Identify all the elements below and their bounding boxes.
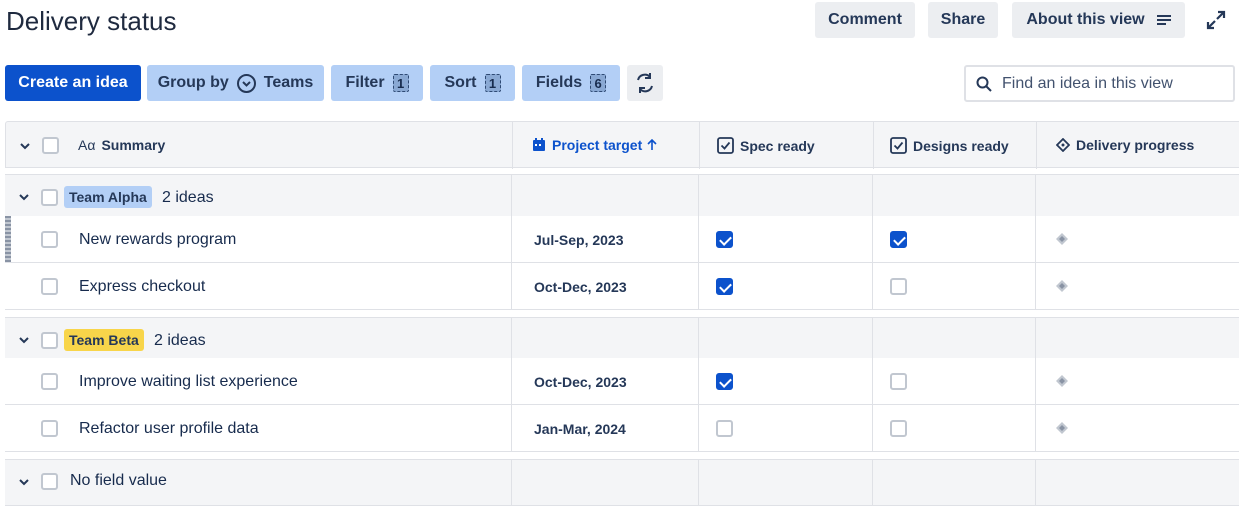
row-checkbox[interactable] [41, 373, 58, 390]
search-input[interactable]: Find an idea in this view [964, 65, 1235, 102]
fields-count-badge: 6 [590, 74, 607, 92]
share-button-label: Share [940, 11, 986, 28]
delivery-diamond-icon [1056, 138, 1070, 152]
designs-ready-checkbox[interactable] [890, 278, 907, 295]
project-target-value[interactable]: Oct-Dec, 2023 [534, 279, 627, 295]
column-project-target-label: Project target [552, 137, 643, 153]
idea-summary[interactable]: Improve waiting list experience [79, 373, 298, 391]
checkbox-field-icon [717, 137, 734, 154]
refresh-icon [637, 73, 653, 93]
page-title: Delivery status [6, 6, 177, 36]
column-header-spec-ready[interactable]: Spec ready [717, 137, 815, 154]
checkbox-field-icon [890, 137, 907, 154]
column-designs-ready-label: Designs ready [913, 137, 1009, 154]
delivery-progress-icon[interactable] [1056, 375, 1068, 387]
delivery-progress-icon[interactable] [1056, 280, 1068, 292]
group-row-team-beta[interactable]: Team Beta 2 ideas [5, 317, 1239, 364]
group-count: 2 ideas [162, 189, 214, 206]
idea-summary[interactable]: Refactor user profile data [79, 420, 259, 438]
group-count: 2 ideas [154, 332, 206, 349]
comment-button[interactable]: Comment [815, 2, 915, 38]
table-row[interactable]: New rewards program Jul-Sep, 2023 [5, 216, 1239, 263]
table-row[interactable]: Improve waiting list experience Oct-Dec,… [5, 358, 1239, 405]
group-checkbox[interactable] [41, 189, 58, 206]
sort-button[interactable]: Sort 1 [430, 65, 515, 101]
table-row[interactable]: Refactor user profile data Jan-Mar, 2024 [5, 405, 1239, 452]
delivery-progress-icon[interactable] [1056, 233, 1068, 245]
group-row-no-field-value[interactable]: No field value [5, 459, 1239, 506]
team-tag: Team Beta [64, 329, 144, 351]
spec-ready-checkbox[interactable] [716, 420, 733, 437]
group-name: No field value [70, 472, 167, 489]
fields-label: Fields [535, 74, 583, 91]
calendar-icon [533, 138, 545, 151]
spec-ready-checkbox[interactable] [716, 278, 733, 295]
row-checkbox[interactable] [41, 231, 58, 248]
create-idea-button[interactable]: Create an idea [5, 65, 141, 101]
column-spec-ready-label: Spec ready [740, 137, 815, 154]
spec-ready-checkbox[interactable] [716, 373, 733, 390]
project-target-value[interactable]: Jul-Sep, 2023 [534, 232, 624, 248]
text-field-icon: Aα [78, 137, 96, 153]
menu-lines-icon [1156, 14, 1171, 26]
designs-ready-checkbox[interactable] [890, 373, 907, 390]
expand-icon[interactable] [1204, 8, 1228, 32]
drag-handle[interactable] [5, 216, 11, 262]
project-target-value[interactable]: Jan-Mar, 2024 [534, 421, 626, 437]
chevron-down-icon[interactable] [19, 477, 29, 487]
about-view-button[interactable]: About this view [1012, 2, 1185, 38]
search-icon [976, 76, 992, 92]
filter-button[interactable]: Filter 1 [331, 65, 423, 101]
chevron-down-icon[interactable] [19, 192, 29, 202]
column-delivery-progress-label: Delivery progress [1076, 137, 1195, 153]
chevron-down-circle-icon [236, 73, 256, 93]
chevron-down-icon[interactable] [20, 141, 30, 151]
create-idea-label: Create an idea [18, 74, 128, 91]
search-placeholder: Find an idea in this view [1002, 74, 1173, 92]
sort-arrow-up-icon [647, 139, 657, 150]
group-by-value: Teams [263, 74, 314, 91]
project-target-value[interactable]: Oct-Dec, 2023 [534, 374, 627, 390]
spec-ready-checkbox[interactable] [716, 231, 733, 248]
chevron-down-icon[interactable] [19, 335, 29, 345]
column-header-designs-ready[interactable]: Designs ready [890, 137, 1009, 154]
row-checkbox[interactable] [41, 420, 58, 437]
delivery-progress-icon[interactable] [1056, 422, 1068, 434]
idea-summary[interactable]: New rewards program [79, 231, 236, 249]
sort-label: Sort [444, 74, 477, 91]
auto-refresh-button[interactable] [627, 65, 663, 101]
table-row[interactable]: Express checkout Oct-Dec, 2023 [5, 263, 1239, 310]
share-button[interactable]: Share [928, 2, 998, 38]
column-header-delivery-progress[interactable]: Delivery progress [1056, 137, 1194, 153]
filter-count-badge: 1 [392, 74, 409, 92]
group-checkbox[interactable] [41, 473, 58, 490]
sort-count-badge: 1 [484, 74, 501, 92]
column-header-summary[interactable]: Aα Summary [78, 137, 165, 153]
about-view-label: About this view [1026, 11, 1145, 28]
table-header-row: Aα Summary Project target Spec ready Des… [5, 121, 1239, 169]
team-tag: Team Alpha [64, 186, 152, 208]
group-row-team-alpha[interactable]: Team Alpha 2 ideas [5, 174, 1239, 221]
group-by-label: Group by [157, 74, 229, 91]
row-checkbox[interactable] [41, 278, 58, 295]
group-checkbox[interactable] [41, 332, 58, 349]
comment-button-label: Comment [828, 11, 902, 28]
idea-summary[interactable]: Express checkout [79, 278, 205, 296]
group-by-button[interactable]: Group by Teams [147, 65, 324, 101]
filter-label: Filter [345, 74, 385, 91]
designs-ready-checkbox[interactable] [890, 231, 907, 248]
select-all-checkbox[interactable] [42, 137, 59, 154]
designs-ready-checkbox[interactable] [890, 420, 907, 437]
column-summary-label: Summary [101, 137, 166, 153]
fields-button[interactable]: Fields 6 [522, 65, 620, 101]
column-header-project-target[interactable]: Project target [532, 137, 658, 153]
